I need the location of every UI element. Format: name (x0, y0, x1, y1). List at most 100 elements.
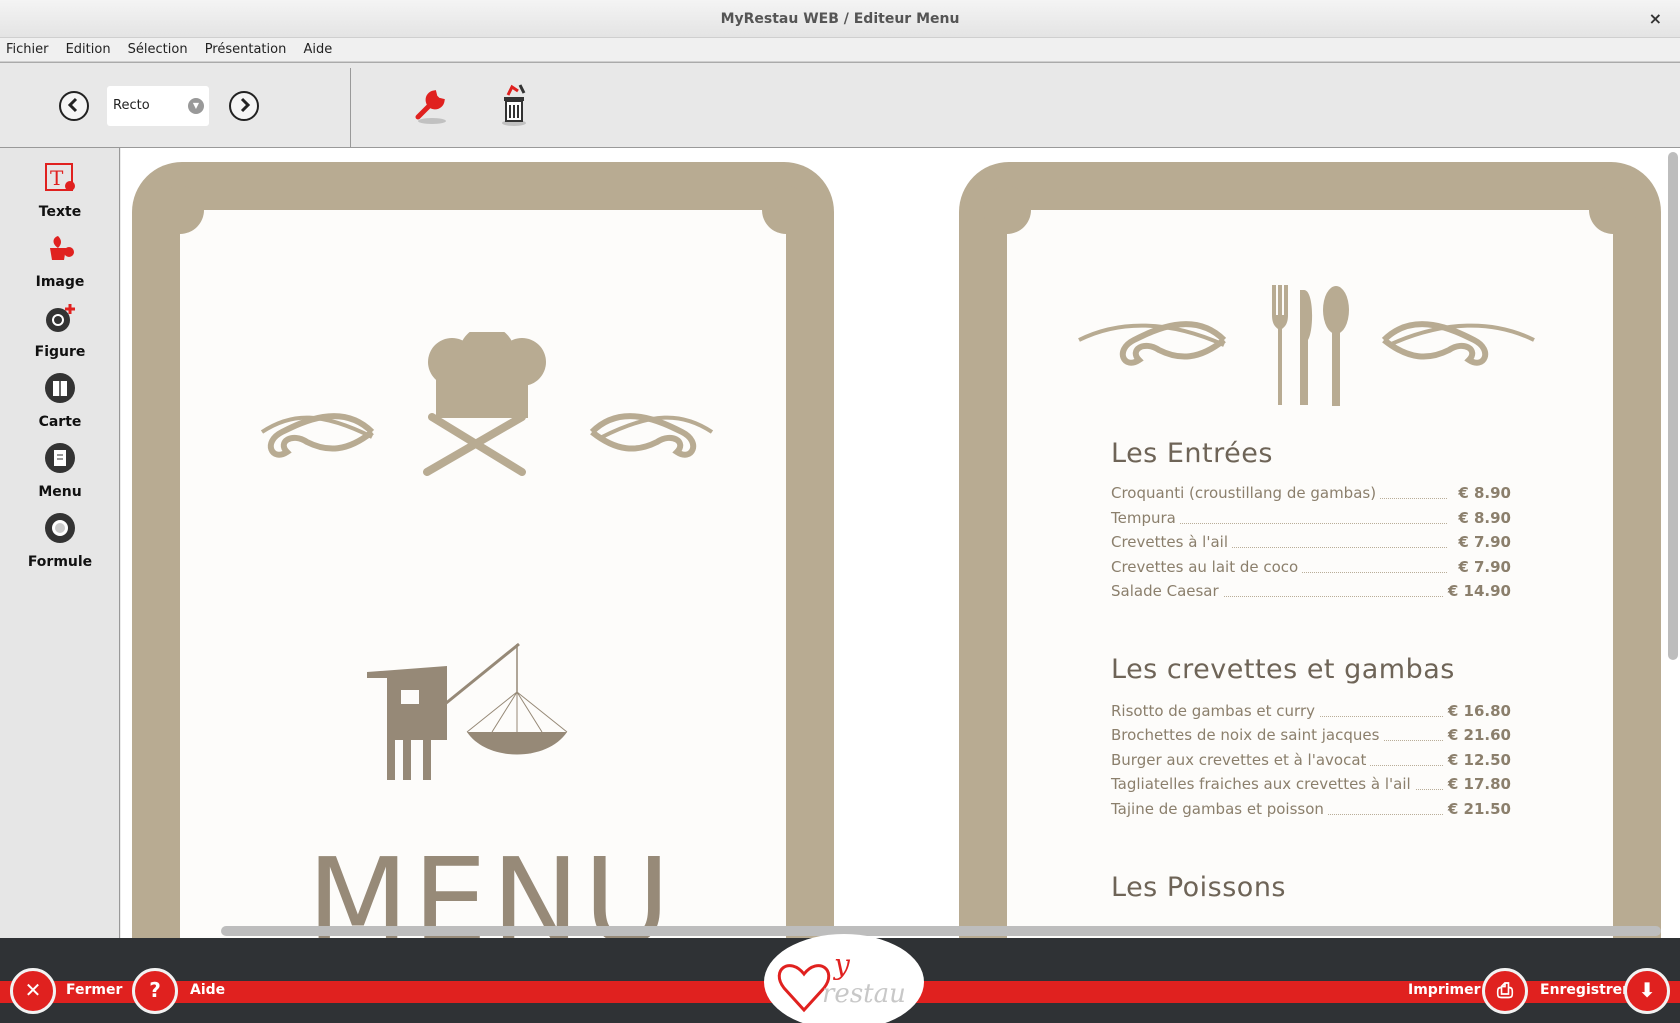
svg-text:T: T (50, 166, 64, 190)
back-page[interactable]: Les Entrées Croquanti (croustillang de g… (959, 162, 1661, 938)
palette-item-image[interactable]: Image (0, 226, 120, 292)
menu-item[interactable]: Tajine de gambas et poisson € 21.50 (1111, 800, 1511, 824)
wrench-icon (415, 90, 446, 124)
menu-item[interactable]: Crevettes au lait de coco € 7.90 (1111, 558, 1511, 582)
section-title[interactable]: Les Entrées (1111, 438, 1273, 469)
plate-icon (45, 513, 75, 543)
download-icon: ⬇ (1624, 968, 1670, 1014)
bottom-action-bar: ✕ Fermer ? Aide y restau Imprimer ⎙ Enre… (0, 934, 1680, 1023)
section-title[interactable]: Les crevettes et gambas (1111, 654, 1455, 685)
delete-button[interactable] (492, 81, 536, 127)
palette-label: Carte (38, 414, 82, 430)
menu-item[interactable]: Tempura € 8.90 (1111, 509, 1511, 533)
toolbar: Recto ▼ (0, 62, 1680, 148)
menu-bar: Fichier Edition Sélection Présentation A… (0, 38, 1680, 62)
item-price: € 16.80 (1443, 702, 1511, 720)
image-add-icon (50, 236, 74, 260)
help-icon: ? (132, 968, 178, 1014)
help-button[interactable]: ? Aide (132, 968, 232, 1014)
palette-item-formule[interactable]: Formule (0, 506, 120, 572)
palette-item-carte[interactable]: Carte (0, 366, 120, 432)
save-button[interactable]: Enregistrer ⬇ (1540, 968, 1676, 1014)
help-label: Aide (190, 982, 226, 998)
item-name: Tempura (1111, 509, 1180, 527)
item-price: € 14.90 (1443, 582, 1511, 600)
item-name: Croquanti (croustillang de gambas) (1111, 484, 1381, 502)
item-name: Brochettes de noix de saint jacques (1111, 726, 1384, 744)
toolbar-separator (350, 68, 351, 148)
item-name: Risotto de gambas et curry (1111, 702, 1320, 720)
text-add-icon: T (45, 163, 75, 191)
palette-item-texte[interactable]: T Texte (0, 156, 120, 222)
previous-page-button[interactable] (59, 91, 89, 121)
palette-label: Menu (38, 484, 82, 500)
chef-logo-illustration (260, 332, 714, 476)
palette-item-menu[interactable]: Menu (0, 436, 120, 502)
item-price: € 7.90 (1454, 558, 1511, 576)
palette-label: Formule (27, 554, 93, 570)
figure-add-icon (46, 304, 75, 332)
item-price: € 17.80 (1443, 775, 1511, 793)
print-button[interactable]: Imprimer ⎙ (1408, 968, 1528, 1014)
title-bar: MyRestau WEB / Editeur Menu × (0, 0, 1680, 38)
window-title: MyRestau WEB / Editeur Menu (720, 11, 960, 27)
palette-item-figure[interactable]: Figure (0, 296, 120, 362)
item-name: Crevettes au lait de coco (1111, 558, 1303, 576)
chevron-down-icon: ▼ (188, 98, 204, 114)
close-button[interactable]: ✕ Fermer (10, 968, 123, 1014)
menu-sections: Les Entrées Croquanti (croustillang de g… (1111, 438, 1521, 938)
close-icon: ✕ (10, 968, 56, 1014)
menu-edition[interactable]: Edition (60, 38, 117, 61)
next-page-button[interactable] (229, 91, 259, 121)
fishing-hut-illustration (367, 642, 568, 780)
window-close-button[interactable]: × (1649, 9, 1662, 28)
menu-fichier[interactable]: Fichier (0, 38, 55, 61)
close-label: Fermer (66, 982, 123, 998)
menu-selection[interactable]: Sélection (122, 38, 194, 61)
menu-item[interactable]: Salade Caesar € 14.90 (1111, 582, 1511, 606)
palette-label: Texte (38, 204, 82, 220)
trash-icon (502, 84, 526, 126)
menu-item[interactable]: Burger aux crevettes et à l'avocat € 12.5… (1111, 751, 1511, 775)
frame-corner (983, 186, 1031, 234)
item-name: Crevettes à l'ail (1111, 533, 1232, 551)
chevron-right-icon (240, 97, 251, 113)
menu-presentation[interactable]: Présentation (199, 38, 293, 61)
horizontal-scrollbar[interactable] (221, 926, 1661, 936)
section-title[interactable]: Les Poissons (1111, 872, 1286, 903)
heart-logo-icon: y restau (777, 948, 906, 1013)
app-window: MyRestau WEB / Editeur Menu × Fichier Ed… (0, 0, 1680, 1023)
element-palette: T Texte Image Figure Carte Menu Formule (0, 148, 120, 938)
item-name: Burger aux crevettes et à l'avocat (1111, 751, 1371, 769)
menu-item[interactable]: Brochettes de noix de saint jacques € 21.… (1111, 726, 1511, 750)
frame-corner (1589, 186, 1637, 234)
item-price: € 8.90 (1454, 509, 1511, 527)
item-price: € 21.50 (1443, 800, 1511, 818)
frame-corner (156, 186, 204, 234)
front-page-inner (180, 210, 786, 938)
page-select-value: Recto (113, 98, 150, 113)
myrestau-logo: y restau (764, 934, 924, 1023)
frame-corner (762, 186, 810, 234)
card-icon (45, 373, 75, 403)
front-page-title[interactable]: MENU (307, 832, 674, 938)
vertical-scrollbar[interactable] (1668, 152, 1678, 660)
logo-text-y: y (832, 948, 851, 981)
print-label: Imprimer (1408, 982, 1481, 998)
tools-button[interactable] (410, 81, 454, 127)
menu-item[interactable]: Croquanti (croustillang de gambas) € 8.90 (1111, 484, 1511, 508)
menu-item[interactable]: Crevettes à l'ail € 7.90 (1111, 533, 1511, 557)
menu-item[interactable]: Risotto de gambas et curry € 16.80 (1111, 702, 1511, 726)
item-price: € 21.60 (1443, 726, 1511, 744)
item-price: € 12.50 (1443, 751, 1511, 769)
chevron-left-icon (67, 97, 78, 113)
item-price: € 8.90 (1454, 484, 1511, 502)
front-page[interactable]: MENU (132, 162, 834, 938)
editor-canvas[interactable]: MENU Les Entrées Croquanti (croustillang… (121, 148, 1680, 938)
menu-item[interactable]: Tagliatelles fraiches aux crevettes à l'… (1111, 775, 1511, 799)
menu-aide[interactable]: Aide (297, 38, 338, 61)
item-price: € 7.90 (1454, 533, 1511, 551)
menu-book-icon (45, 443, 75, 473)
palette-label: Figure (34, 344, 86, 360)
page-select[interactable]: Recto ▼ (107, 86, 209, 126)
